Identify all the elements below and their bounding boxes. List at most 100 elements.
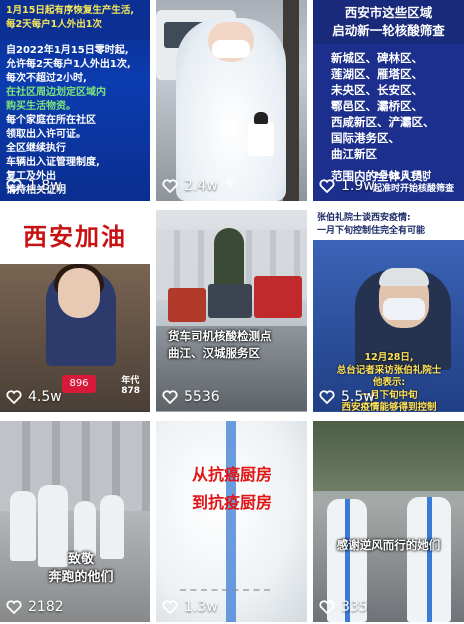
like-count[interactable]: 2.4w	[162, 178, 218, 194]
tile-7-caption: 致敬 奔跑的他们	[36, 551, 126, 587]
like-count[interactable]: 5.5w	[319, 389, 375, 405]
tile-3-line-1: 新城区、碑林区、	[331, 51, 423, 65]
handwriting-image	[180, 539, 270, 591]
tile-3-line-3: 未央区、长安区、	[331, 83, 423, 97]
face-mask-image	[212, 40, 250, 58]
like-count[interactable]: 335	[319, 599, 368, 615]
presenter-face-image	[58, 268, 100, 318]
tile-1-line-3: 每次不超过2小时,	[6, 73, 87, 84]
like-count-text: 5.5w	[341, 389, 375, 405]
tile-5-caption-line-1: 货车司机核酸检测点	[168, 329, 272, 343]
truck-image	[168, 288, 206, 322]
truck-image	[208, 284, 252, 318]
worker-image	[10, 491, 36, 561]
tile-4-banner: 西安加油	[0, 210, 150, 264]
tile-3-line-2: 莲湖区、雁塔区、	[331, 67, 423, 81]
tile-1-line-2: 允许每2天每户1人外出1次,	[6, 59, 131, 70]
like-count-text: 2.4w	[184, 178, 218, 194]
radio-logo: 896	[62, 375, 96, 393]
like-count[interactable]: 1.8w	[6, 178, 62, 194]
microphone-image	[248, 112, 274, 156]
like-count-text: 5536	[184, 389, 220, 405]
tile-1-header-line-2: 每2天每户1人外出1次	[6, 19, 102, 30]
tile-6-caption-line-2: 总台记者采访张伯礼院士	[336, 364, 442, 376]
tile-3-header: 西安市这些区域 启动新一轮核酸筛查	[313, 0, 464, 44]
like-count-text: 1.9w	[341, 178, 375, 194]
tile-6-header-line-1: 张伯礼院士谈西安疫情:	[317, 213, 411, 223]
tile-1-header-line-1: 1月15日起有序恢复生产生活,	[6, 5, 134, 16]
tile-1-line-8: 全区继续执行	[6, 143, 66, 154]
heart-icon	[162, 390, 178, 404]
trees-image	[313, 421, 464, 491]
tile-1-line-9: 车辆出入证管理制度,	[6, 157, 100, 168]
tile-1-line-6: 每个家庭在所在社区	[6, 115, 96, 126]
like-count-text: 1.8w	[28, 178, 62, 194]
video-tile-7[interactable]: 致敬 奔跑的他们 2182	[0, 421, 150, 622]
tile-9-caption: 感谢逆风而行的她们	[336, 538, 441, 552]
like-count[interactable]: 5536	[162, 389, 220, 405]
worker-image	[74, 501, 96, 557]
tv-logo: 年代 878	[121, 373, 140, 396]
like-count[interactable]: 1.3w	[162, 599, 218, 615]
video-tile-8[interactable]: 从抗癌厨房 到抗疫厨房 1.3w	[156, 421, 307, 622]
video-tile-9[interactable]: 感谢逆风而行的她们 335	[313, 421, 464, 622]
like-count[interactable]: 1.9w	[319, 178, 375, 194]
tile-7-caption-line-1: 致敬	[67, 552, 94, 567]
heart-icon	[319, 600, 335, 614]
watermark-logo: 6	[226, 176, 234, 189]
tile-5-caption-line-2: 曲江、汉城服务区	[168, 346, 260, 360]
doctor-hair-image	[379, 268, 429, 286]
tile-1-line-4: 在社区周边划定区域内	[6, 87, 106, 98]
tile-1-line-7: 领取出入许可证。	[6, 129, 86, 140]
tv-logo-sub: 878	[121, 386, 140, 396]
tile-7-caption-line-2: 奔跑的他们	[48, 570, 114, 585]
video-tile-5[interactable]: 货车司机核酸检测点 曲江、汉城服务区 5536	[156, 210, 307, 412]
like-count-text: 2182	[28, 599, 64, 615]
heart-icon	[6, 390, 22, 404]
tile-3-line-4: 鄠邑区、灞桥区、	[331, 99, 423, 113]
tile-1-header: 1月15日起有序恢复生产生活, 每2天每户1人外出1次	[0, 0, 150, 40]
suit-stripe-image	[226, 421, 236, 622]
tile-8-title: 从抗癌厨房 到抗疫厨房	[166, 461, 298, 517]
tile-3-body: 新城区、碑林区、 莲湖区、雁塔区、 未央区、长安区、 鄠邑区、灞桥区、 西咸新区…	[331, 50, 459, 184]
tile-6-header: 张伯礼院士谈西安疫情: 一月下旬控制住完全有可能	[313, 210, 464, 240]
face-mask-image	[383, 298, 425, 320]
tile-3-header-line-1: 西安市这些区域	[344, 5, 433, 20]
tile-5-caption: 货车司机核酸检测点 曲江、汉城服务区	[168, 328, 298, 362]
video-tile-3[interactable]: 西安市这些区域 启动新一轮核酸筛查 新城区、碑林区、 莲湖区、雁塔区、 未央区、…	[313, 0, 464, 201]
suit-stripe-image	[427, 497, 432, 622]
like-count[interactable]: 4.5w	[6, 389, 62, 405]
like-count-text: 335	[341, 599, 368, 615]
tile-3-line-7: 曲江新区	[331, 147, 377, 161]
tile-8-title-line-2: 到抗疫厨房	[191, 493, 272, 512]
tile-1-body: 自2022年1月15日零时起, 允许每2天每户1人外出1次, 每次不超过2小时,…	[6, 44, 146, 198]
tile-3-line-6: 国际港务区、	[331, 131, 400, 145]
worker-image	[100, 495, 124, 559]
heart-icon	[162, 600, 178, 614]
like-count-text: 4.5w	[28, 389, 62, 405]
like-count-text: 1.3w	[184, 599, 218, 615]
heart-icon	[6, 179, 22, 193]
tile-1-line-5: 购买生活物资。	[6, 101, 76, 112]
video-tile-4[interactable]: 西安加油 896 年代 878 4.5w	[0, 210, 150, 412]
tile-3-header-line-2: 启动新一轮核酸筛查	[332, 23, 445, 38]
tile-3-line-5: 西咸新区、浐灞区、	[331, 115, 435, 129]
heart-icon	[6, 600, 22, 614]
tile-3-date-line-2: 起准时开始核酸筛查	[373, 184, 455, 194]
heart-icon	[162, 179, 178, 193]
tile-1-line-1: 自2022年1月15日零时起,	[6, 45, 129, 56]
video-grid: 1月15日起有序恢复生产生活, 每2天每户1人外出1次 自2022年1月15日零…	[0, 0, 464, 624]
tv-logo-text: 年代	[121, 376, 140, 386]
heart-icon	[319, 390, 335, 404]
video-tile-6[interactable]: 张伯礼院士谈西安疫情: 一月下旬控制住完全有可能 12月28日, 总台记者采访张…	[313, 210, 464, 412]
tile-3-date-line-1: 2月31日15时	[373, 171, 432, 181]
tile-6-header-line-2: 一月下旬控制住完全有可能	[317, 226, 426, 236]
truck-image	[254, 276, 302, 318]
like-count[interactable]: 2182	[6, 599, 64, 615]
tile-3-date: 2月31日15时 起准时开始核酸筛查	[373, 168, 454, 194]
video-tile-2[interactable]: 6 2.4w	[156, 0, 307, 201]
tile-8-title-line-1: 从抗癌厨房	[191, 465, 272, 484]
video-tile-1[interactable]: 1月15日起有序恢复生产生活, 每2天每户1人外出1次 自2022年1月15日零…	[0, 0, 150, 201]
heart-icon	[319, 179, 335, 193]
tile-6-caption-line-3: 他表示:	[372, 377, 406, 388]
